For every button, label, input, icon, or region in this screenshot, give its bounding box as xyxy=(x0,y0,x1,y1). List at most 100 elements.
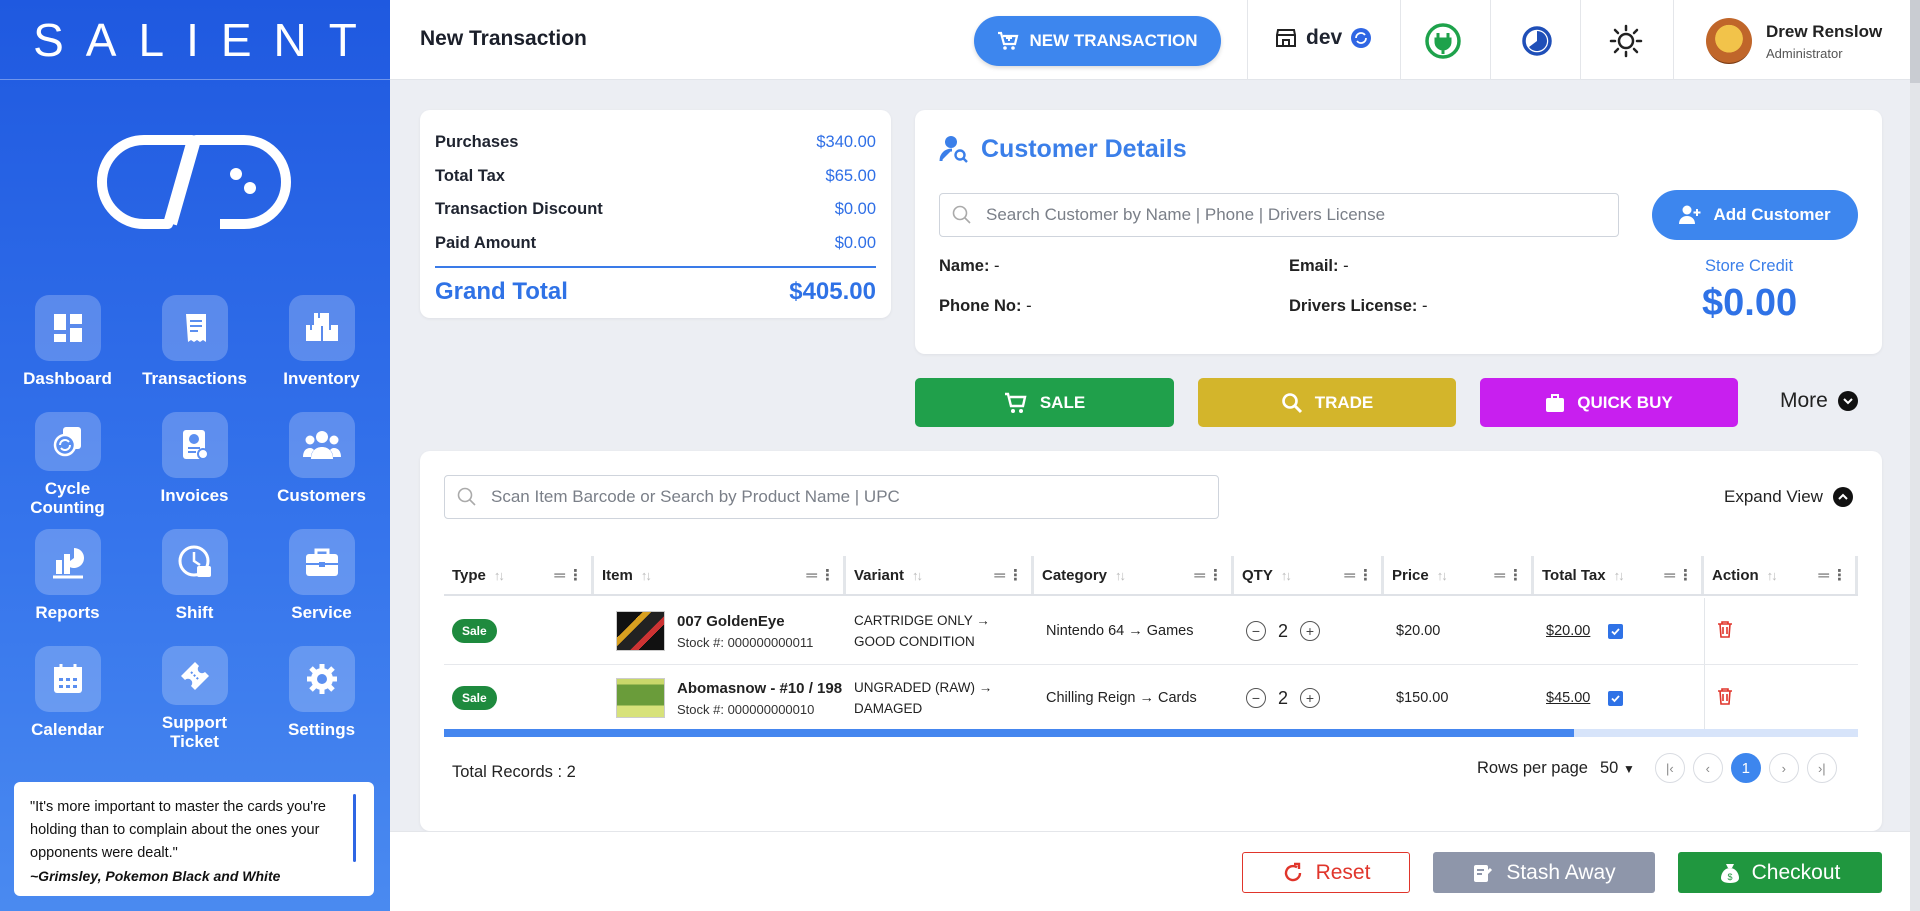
sync-icon[interactable] xyxy=(1350,27,1372,49)
summary-label: Paid Amount xyxy=(435,233,537,252)
next-page-button[interactable]: › xyxy=(1768,753,1799,783)
trade-button[interactable]: TRADE xyxy=(1198,378,1456,427)
column-options-icon[interactable]: ⋮ xyxy=(820,566,835,584)
column-options-icon[interactable]: ⋮ xyxy=(568,566,583,584)
item-stock: Stock #: 000000000011 xyxy=(677,634,814,650)
column-header-qty[interactable]: QTY ↑↓ ═ ⋮ xyxy=(1234,556,1384,594)
stash-away-label: Stash Away xyxy=(1506,860,1616,884)
sort-icon[interactable]: ↑↓ xyxy=(912,568,923,583)
column-menu-icon[interactable]: ═ xyxy=(994,567,1005,584)
item-search-input[interactable] xyxy=(491,487,1176,507)
tax-value[interactable]: $45.00 xyxy=(1546,690,1590,706)
theme-toggle-icon[interactable] xyxy=(1607,22,1645,60)
sort-icon[interactable]: ↑↓ xyxy=(1115,568,1126,583)
sort-icon[interactable]: ↑↓ xyxy=(1614,568,1625,583)
new-transaction-button[interactable]: NEW TRANSACTION xyxy=(974,16,1221,66)
sort-icon[interactable]: ↑↓ xyxy=(1437,568,1448,583)
sidebar-item-inventory[interactable]: Inventory xyxy=(258,295,385,400)
sidebar-item-shift[interactable]: Shift xyxy=(131,529,258,634)
sidebar-item-dashboard[interactable]: Dashboard xyxy=(4,295,131,400)
stash-icon xyxy=(1474,864,1493,882)
table-row[interactable]: Sale 007 GoldenEye Stock #: 000000000011 CA… xyxy=(444,598,1858,665)
column-options-icon[interactable]: ⋮ xyxy=(1358,566,1373,584)
sort-icon[interactable]: ↑↓ xyxy=(494,568,505,583)
column-menu-icon[interactable]: ═ xyxy=(806,567,817,584)
column-header-price[interactable]: Price ↑↓ ═ ⋮ xyxy=(1384,556,1534,594)
column-options-icon[interactable]: ⋮ xyxy=(1678,566,1693,584)
horizontal-scrollbar[interactable] xyxy=(444,729,1858,737)
column-menu-icon[interactable]: ═ xyxy=(554,567,565,584)
sort-icon[interactable]: ↑↓ xyxy=(1281,568,1292,583)
variant-cell: CARTRIDGE ONLY → GOOD CONDITION xyxy=(846,598,1034,664)
column-menu-icon[interactable]: ═ xyxy=(1494,567,1505,584)
column-header-type[interactable]: Type ↑↓ ═ ⋮ xyxy=(444,556,594,594)
license-label: Drivers License: xyxy=(1289,297,1418,315)
boxes-icon xyxy=(288,295,355,361)
column-options-icon[interactable]: ⋮ xyxy=(1508,566,1523,584)
column-menu-icon[interactable]: ═ xyxy=(1664,567,1675,584)
item-stock: Stock #: 000000000010 xyxy=(677,701,815,717)
page-1-button[interactable]: 1 xyxy=(1730,753,1761,783)
sidebar-item-invoices[interactable]: Invoices xyxy=(131,412,258,517)
expand-view-button[interactable]: Expand View xyxy=(1724,487,1853,507)
customer-search-input[interactable] xyxy=(986,205,1586,225)
more-actions-button[interactable]: More xyxy=(1780,389,1858,413)
increment-button[interactable]: + xyxy=(1300,688,1321,708)
sidebar-item-support-ticket[interactable]: Support Ticket xyxy=(131,646,258,751)
sale-button[interactable]: SALE xyxy=(915,378,1174,427)
column-header-action[interactable]: Action ↑↓ ═ ⋮ xyxy=(1704,556,1858,594)
page-scrollbar[interactable] xyxy=(1910,0,1920,911)
sidebar-item-customers[interactable]: Customers xyxy=(258,412,385,517)
sidebar-item-label: Invoices xyxy=(160,486,229,505)
column-options-icon[interactable]: ⋮ xyxy=(1832,566,1847,584)
column-options-icon[interactable]: ⋮ xyxy=(1208,566,1223,584)
tax-cell: $45.00 xyxy=(1534,665,1704,731)
sort-icon[interactable]: ↑↓ xyxy=(1767,568,1778,583)
delete-icon[interactable] xyxy=(1717,687,1733,709)
item-search[interactable] xyxy=(444,475,1219,519)
sidebar-item-transactions[interactable]: Transactions xyxy=(131,295,258,400)
column-menu-icon[interactable]: ═ xyxy=(1818,567,1829,584)
sidebar-item-service[interactable]: Service xyxy=(258,529,385,634)
checkout-button[interactable]: $ Checkout xyxy=(1678,852,1882,893)
sidebar-item-calendar[interactable]: Calendar xyxy=(4,646,131,751)
more-label: More xyxy=(1780,389,1828,412)
summary-label: Total Tax xyxy=(435,166,505,185)
sort-icon[interactable]: ↑↓ xyxy=(641,568,652,583)
sidebar-item-settings[interactable]: Settings xyxy=(258,646,385,751)
stash-away-button[interactable]: Stash Away xyxy=(1433,852,1655,893)
column-options-icon[interactable]: ⋮ xyxy=(1008,566,1023,584)
tax-checkbox[interactable] xyxy=(1608,690,1624,706)
column-header-total-tax[interactable]: Total Tax ↑↓ ═ ⋮ xyxy=(1534,556,1704,594)
delete-icon[interactable] xyxy=(1717,620,1733,642)
increment-button[interactable]: + xyxy=(1300,621,1321,641)
column-menu-icon[interactable]: ═ xyxy=(1194,567,1205,584)
tax-value[interactable]: $20.00 xyxy=(1546,623,1590,639)
quick-buy-button[interactable]: QUICK BUY xyxy=(1480,378,1738,427)
table-row[interactable]: Sale Abomasnow - #10 / 198 Stock #: 000000… xyxy=(444,665,1858,732)
prev-page-button[interactable]: ‹ xyxy=(1692,753,1723,783)
decrement-button[interactable]: − xyxy=(1246,688,1266,708)
last-page-button[interactable]: ›| xyxy=(1806,753,1837,783)
tax-checkbox[interactable] xyxy=(1608,623,1624,639)
pagination: Rows per page 50 ▼ |‹ ‹ 1 › ›| xyxy=(1477,753,1837,783)
invoice-icon xyxy=(161,412,228,478)
column-header-item[interactable]: Item ↑↓ ═ ⋮ xyxy=(594,556,846,594)
decrement-button[interactable]: − xyxy=(1246,621,1266,641)
timer-icon[interactable] xyxy=(1518,22,1556,60)
first-page-button[interactable]: |‹ xyxy=(1654,753,1685,783)
customer-search[interactable] xyxy=(939,193,1619,237)
reset-button[interactable]: Reset xyxy=(1242,852,1410,893)
add-customer-button[interactable]: Add Customer xyxy=(1652,190,1858,240)
connection-status-icon[interactable] xyxy=(1424,22,1462,60)
sidebar-item-reports[interactable]: Reports xyxy=(4,529,131,634)
column-menu-icon[interactable]: ═ xyxy=(1344,567,1355,584)
user-menu[interactable]: Drew Renslow Administrator xyxy=(1706,18,1882,64)
column-header-variant[interactable]: Variant ↑↓ ═ ⋮ xyxy=(846,556,1034,594)
calendar-icon xyxy=(34,646,101,712)
store-selector[interactable]: dev xyxy=(1274,26,1372,50)
column-header-category[interactable]: Category ↑↓ ═ ⋮ xyxy=(1034,556,1234,594)
rows-per-page-select[interactable]: 50 ▼ xyxy=(1600,759,1635,778)
sidebar-item-cycle-counting[interactable]: Cycle Counting xyxy=(4,412,131,517)
search-icon xyxy=(457,487,476,506)
